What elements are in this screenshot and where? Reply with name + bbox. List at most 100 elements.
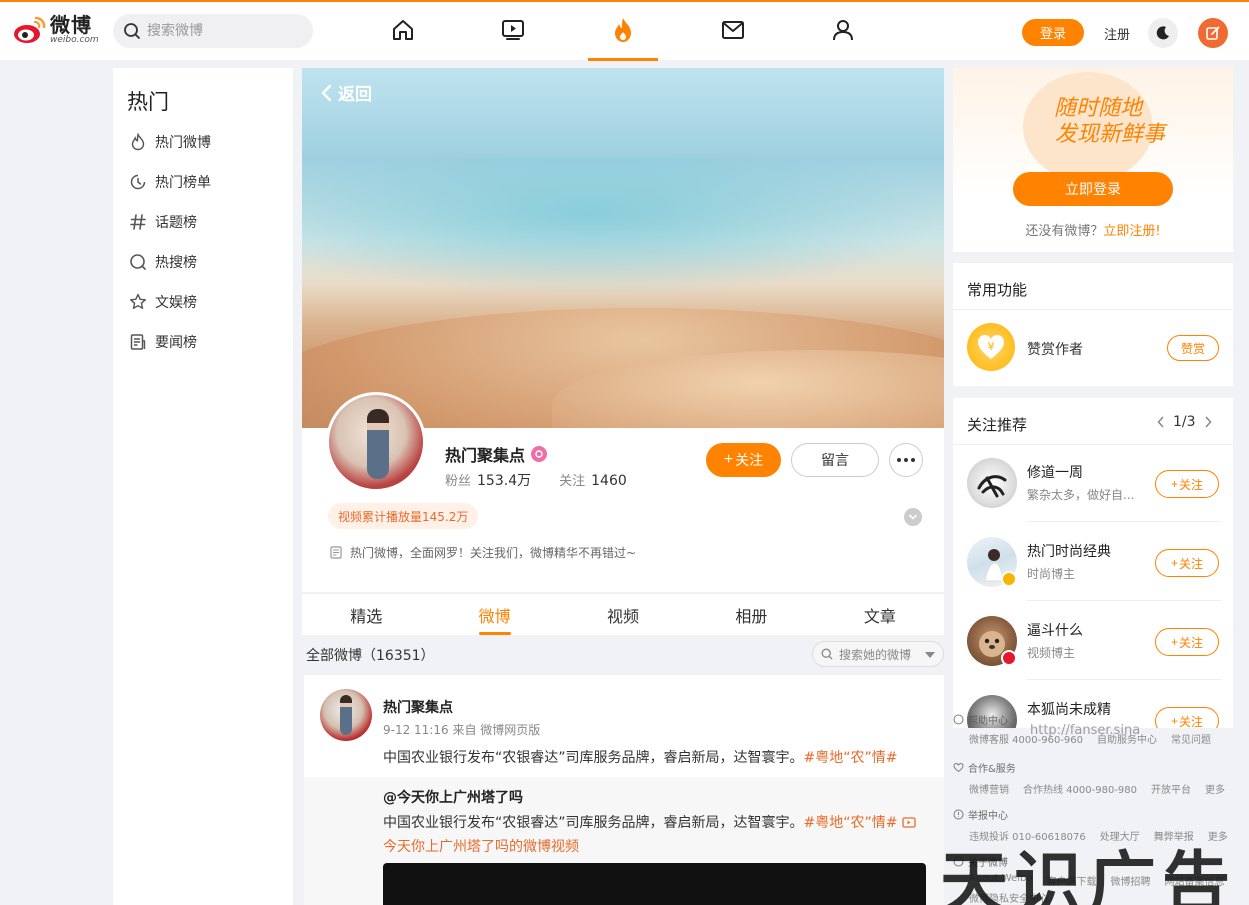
topic-tag-link[interactable]: #粤地“农”情#: [804, 750, 898, 766]
back-label: 返回: [338, 85, 372, 105]
post-avatar[interactable]: [320, 689, 372, 741]
nav-messages[interactable]: [719, 16, 747, 44]
recommendation-name[interactable]: 逼斗什么: [1027, 620, 1083, 640]
logo-text-en: weibo.com: [50, 35, 99, 45]
help-icon: [953, 714, 964, 725]
recommendation-item: 热门时尚经典 时尚博主 + 关注: [953, 523, 1233, 601]
profile-name: 热门聚集点: [445, 442, 548, 466]
recommendation-follow-button[interactable]: + 关注: [1155, 470, 1219, 498]
sidebar-item-label: 热门榜单: [155, 175, 211, 191]
search-input[interactable]: [147, 23, 297, 39]
footer-link[interactable]: 开放平台: [1151, 781, 1191, 796]
repost-text: 中国农业银行发布“农银睿达”司库服务品牌，睿启新局，达智寰宇。#粤地“农”情# …: [383, 811, 928, 859]
star-icon: [130, 293, 146, 309]
weibo-post: 热门聚集点 9-12 11:16 来自 微博网页版 中国农业银行发布“农银睿达”…: [304, 675, 944, 905]
edit-icon: [1206, 26, 1220, 40]
top-navigation-bar: 微博 weibo.com 登录 注册: [0, 0, 1249, 61]
post-author[interactable]: 热门聚集点: [383, 697, 453, 717]
recommendation-name[interactable]: 热门时尚经典: [1027, 541, 1111, 561]
sidebar-item-hot-weibo[interactable]: 热门微博: [129, 131, 211, 153]
tab-video[interactable]: 视频: [559, 594, 687, 635]
reposted-content: @今天你上广州塔了吗 中国农业银行发布“农银睿达”司库服务品牌，睿启新局，达智寰…: [304, 777, 944, 905]
recommendation-follow-button[interactable]: + 关注: [1155, 549, 1219, 577]
search-box[interactable]: [113, 14, 313, 48]
profile-avatar[interactable]: [326, 392, 426, 492]
news-icon: [130, 334, 146, 350]
page-indicator: 1/3: [1173, 414, 1196, 430]
footer-link[interactable]: 合作热线 4000-980-980: [1023, 781, 1137, 796]
more-options-button[interactable]: [889, 443, 923, 477]
quick-login-button[interactable]: 立即登录: [1013, 172, 1173, 206]
recommendation-avatar[interactable]: [967, 458, 1017, 508]
watermark-url: http://fanser.sina: [1030, 723, 1141, 738]
chevron-down-icon: [908, 514, 918, 520]
profile-stats: 粉丝 153.4万 关注 1460: [445, 470, 655, 490]
profile-bio: 热门微博，全面网罗！关注我们，微博精华不再错过~: [330, 544, 636, 561]
fans-count[interactable]: 粉丝 153.4万: [445, 470, 531, 490]
tab-articles[interactable]: 文章: [816, 594, 944, 635]
weibo-logo-icon: [14, 16, 46, 43]
recommendations-pager: 1/3: [1157, 414, 1212, 430]
profile-tabs: 精选 微博 视频 相册 文章: [302, 593, 944, 635]
common-functions-card: 常用功能 ¥ 赞赏作者 赞赏: [953, 263, 1233, 386]
verified-badge-icon: [1001, 571, 1017, 587]
moon-icon: [1156, 26, 1169, 40]
recommendation-name[interactable]: 修道一周: [1027, 462, 1083, 482]
sidebar-item-topics[interactable]: 话题榜: [129, 211, 197, 233]
reward-button[interactable]: 赞赏: [1167, 335, 1219, 361]
recommendation-desc: 视频博主: [1027, 646, 1076, 660]
search-icon: [130, 254, 146, 270]
sidebar-item-label: 热门微博: [155, 135, 211, 151]
sidebar-item-hot-list[interactable]: 热门榜单: [129, 171, 211, 193]
sidebar-item-entertainment[interactable]: 文娱榜: [129, 291, 197, 313]
sidebar-title: 热门: [127, 90, 169, 114]
following-count[interactable]: 关注 1460: [559, 470, 627, 490]
recommendation-item: 逼斗什么 视频博主 + 关注: [953, 602, 1233, 680]
sidebar-item-label: 话题榜: [155, 215, 197, 231]
play-count-badge: 视频累计播放量145.2万: [328, 503, 479, 529]
profile-cover-image: 返回: [302, 68, 944, 428]
dropdown-caret-icon[interactable]: [925, 652, 935, 658]
flame-icon: [131, 133, 145, 151]
video-player[interactable]: [383, 863, 926, 905]
search-icon: [124, 23, 140, 39]
theme-toggle-button[interactable]: [1148, 18, 1178, 48]
topic-tag-link[interactable]: #粤地“农”情#: [804, 815, 898, 831]
tab-featured[interactable]: 精选: [302, 594, 430, 635]
recommendation-item: 修道一周 繁杂太多，做好自... + 关注: [953, 444, 1233, 522]
profile-search-box[interactable]: 搜索她的微博: [812, 641, 944, 667]
video-icon: [502, 20, 524, 40]
register-now-link[interactable]: 立即注册!: [1103, 224, 1160, 239]
sidebar-item-news[interactable]: 要闻榜: [129, 331, 197, 353]
verified-badge-icon: [531, 446, 548, 462]
chevron-right-icon[interactable]: [1204, 416, 1212, 428]
nav-profile[interactable]: [829, 16, 857, 44]
common-functions-title: 常用功能: [967, 281, 1028, 299]
repost-author[interactable]: @今天你上广州塔了吗: [383, 787, 523, 807]
tab-album[interactable]: 相册: [687, 594, 815, 635]
recommendation-follow-button[interactable]: + 关注: [1155, 628, 1219, 656]
sidebar-item-label: 热搜榜: [155, 255, 197, 271]
expand-profile-button[interactable]: [904, 508, 922, 526]
compose-button[interactable]: [1198, 18, 1228, 48]
weibo-logo[interactable]: 微博 weibo.com: [12, 14, 99, 46]
footer-link[interactable]: 常见问题: [1171, 731, 1211, 746]
footer-link[interactable]: 更多: [1205, 781, 1225, 796]
nav-video[interactable]: [499, 16, 527, 44]
footer-link[interactable]: 微博营销: [969, 781, 1009, 796]
post-text: 中国农业银行发布“农银睿达”司库服务品牌，睿启新局，达智寰宇。#粤地“农”情#: [383, 750, 898, 766]
home-icon: [393, 20, 413, 40]
back-button[interactable]: 返回: [320, 80, 372, 105]
recommendation-desc: 繁杂太多，做好自...: [1027, 488, 1135, 502]
alert-icon: [953, 809, 964, 820]
nav-home[interactable]: [389, 16, 417, 44]
nav-hot[interactable]: [609, 16, 637, 44]
login-button[interactable]: 登录: [1022, 19, 1084, 46]
chevron-left-icon[interactable]: [1157, 416, 1165, 428]
register-link[interactable]: 注册: [1104, 24, 1130, 43]
sidebar-item-hot-search[interactable]: 热搜榜: [129, 251, 197, 273]
tab-weibo[interactable]: 微博: [430, 594, 558, 635]
follow-button[interactable]: + 关注: [706, 443, 781, 477]
message-button[interactable]: 留言: [791, 443, 879, 477]
profile-name-text: 热门聚集点: [445, 446, 526, 465]
